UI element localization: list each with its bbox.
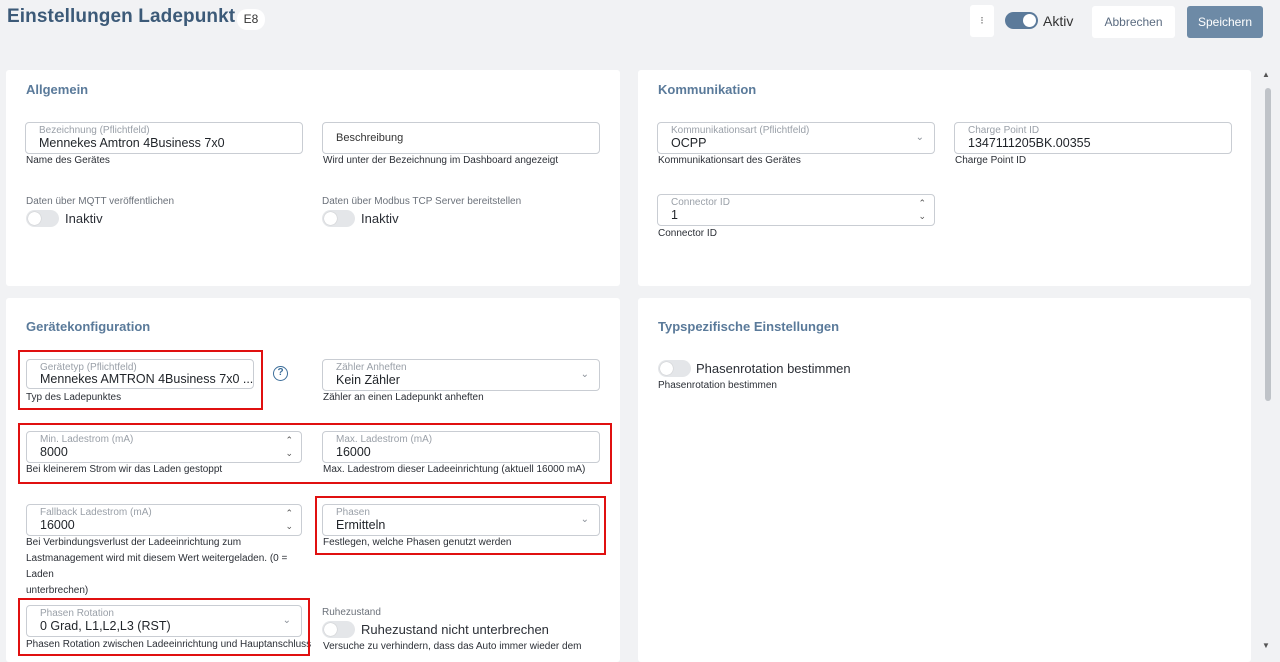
chevron-down-icon: ⌄	[580, 369, 589, 380]
field-label: Bezeichnung (Pflichtfeld)	[39, 125, 150, 136]
beschreibung-field[interactable]: Beschreibung	[322, 122, 600, 154]
field-hint: Phasenrotation bestimmen	[658, 380, 777, 391]
field-placeholder: Beschreibung	[336, 132, 404, 144]
modbus-label: Daten über Modbus TCP Server bereitstell…	[322, 196, 522, 207]
card-title: Allgemein	[26, 82, 89, 97]
active-toggle[interactable]	[1005, 12, 1038, 29]
ruhezustand-toggle[interactable]	[322, 621, 355, 638]
mqtt-label: Daten über MQTT veröffentlichen	[26, 196, 175, 207]
mqtt-toggle[interactable]	[26, 210, 59, 227]
charge-point-field[interactable]: Charge Point ID 1347111205BK.00355	[954, 122, 1232, 154]
id-badge: E8	[237, 9, 265, 30]
active-toggle-label: Aktiv	[1043, 13, 1074, 29]
hint-line: Lastmanagement wird mit diesem Wert weit…	[26, 553, 288, 580]
chevron-down-icon[interactable]: ⌄	[285, 520, 293, 533]
hint-line: Bei Verbindungsverlust der Ladeeinrichtu…	[26, 537, 242, 548]
field-value: Kein Zähler	[336, 373, 400, 387]
toggle-knob	[324, 212, 337, 225]
highlight-box	[18, 598, 310, 656]
card-typspezifisch: Typspezifische Einstellungen Phasenrotat…	[638, 298, 1251, 662]
modbus-state: Inaktiv	[361, 211, 399, 226]
field-value: 1	[671, 208, 678, 222]
field-value: OCPP	[671, 136, 707, 150]
chevron-down-icon[interactable]: ⌄	[918, 210, 926, 223]
card-allgemein: Allgemein Bezeichnung (Pflichtfeld) Menn…	[6, 70, 620, 286]
scroll-up-icon[interactable]: ▲	[1262, 70, 1270, 79]
page-title: Einstellungen Ladepunkt	[7, 6, 236, 27]
field-value: Mennekes Amtron 4Business 7x0	[39, 136, 225, 150]
kommunikationsart-select[interactable]: Kommunikationsart (Pflichtfeld) OCPP ⌄	[657, 122, 935, 154]
card-kommunikation: Kommunikation Kommunikationsart (Pflicht…	[638, 70, 1251, 286]
highlight-box	[315, 496, 606, 555]
card-geraetekonfiguration: Gerätekonfiguration Gerätetyp (Pflichtfe…	[6, 298, 620, 662]
field-hint: Charge Point ID	[955, 155, 1027, 166]
toggle-knob	[660, 362, 673, 375]
field-value: 16000	[40, 518, 75, 532]
field-hint: Versuche zu verhindern, dass das Auto im…	[323, 641, 582, 652]
field-value: 1347111205BK.00355	[968, 136, 1091, 150]
toggle-knob	[324, 623, 337, 636]
chevron-up-icon[interactable]: ⌃	[285, 507, 293, 520]
mqtt-state: Inaktiv	[65, 211, 103, 226]
field-label: Fallback Ladestrom (mA)	[40, 507, 152, 518]
zaehler-select[interactable]: Zähler Anheften Kein Zähler ⌄	[322, 359, 600, 391]
field-label: Connector ID	[671, 197, 730, 208]
more-menu-icon[interactable]: ⁝	[970, 5, 994, 37]
ruhezustand-state: Ruhezustand nicht unterbrechen	[361, 622, 549, 637]
help-icon[interactable]: ?	[273, 366, 288, 381]
card-title: Typspezifische Einstellungen	[658, 319, 840, 334]
connector-field[interactable]: Connector ID 1 ⌃ ⌄	[657, 194, 935, 226]
stepper[interactable]: ⌃ ⌄	[918, 197, 926, 223]
chevron-down-icon: ⌄	[915, 132, 924, 143]
field-hint: Bei Verbindungsverlust der Ladeeinrichtu…	[26, 535, 316, 599]
card-title: Kommunikation	[658, 82, 757, 97]
field-hint: Wird unter der Bezeichnung im Dashboard …	[323, 155, 559, 166]
modbus-toggle[interactable]	[322, 210, 355, 227]
field-label: Zähler Anheften	[336, 362, 407, 373]
highlight-box	[18, 350, 263, 410]
field-hint: Zähler an einen Ladepunkt anheften	[323, 392, 484, 403]
scroll-down-icon[interactable]: ▼	[1262, 641, 1270, 650]
toggle-knob	[1023, 14, 1036, 27]
scrollbar-thumb[interactable]	[1265, 88, 1271, 401]
save-button[interactable]: Speichern	[1187, 6, 1263, 38]
ruhezustand-label: Ruhezustand	[322, 607, 381, 618]
field-hint: Kommunikationsart des Gerätes	[658, 155, 801, 166]
phasenrotation-state: Phasenrotation bestimmen	[696, 361, 851, 376]
highlight-box	[18, 423, 612, 484]
phasenrotation-toggle[interactable]	[658, 360, 691, 377]
bezeichnung-field[interactable]: Bezeichnung (Pflichtfeld) Mennekes Amtro…	[25, 122, 303, 154]
field-hint: Connector ID	[658, 228, 717, 239]
card-title: Gerätekonfiguration	[26, 319, 151, 334]
toggle-knob	[28, 212, 41, 225]
field-label: Charge Point ID	[968, 125, 1040, 136]
hint-line: unterbrechen)	[26, 585, 89, 596]
stepper[interactable]: ⌃ ⌄	[285, 507, 293, 533]
cancel-button[interactable]: Abbrechen	[1092, 6, 1175, 38]
page-header: Einstellungen Ladepunkt E8 ⁝ Aktiv Abbre…	[0, 0, 1280, 66]
field-hint: Name des Gerätes	[26, 155, 110, 166]
chevron-up-icon[interactable]: ⌃	[918, 197, 926, 210]
fallback-ladestrom-field[interactable]: Fallback Ladestrom (mA) 16000 ⌃ ⌄	[26, 504, 302, 536]
field-label: Kommunikationsart (Pflichtfeld)	[671, 125, 810, 136]
